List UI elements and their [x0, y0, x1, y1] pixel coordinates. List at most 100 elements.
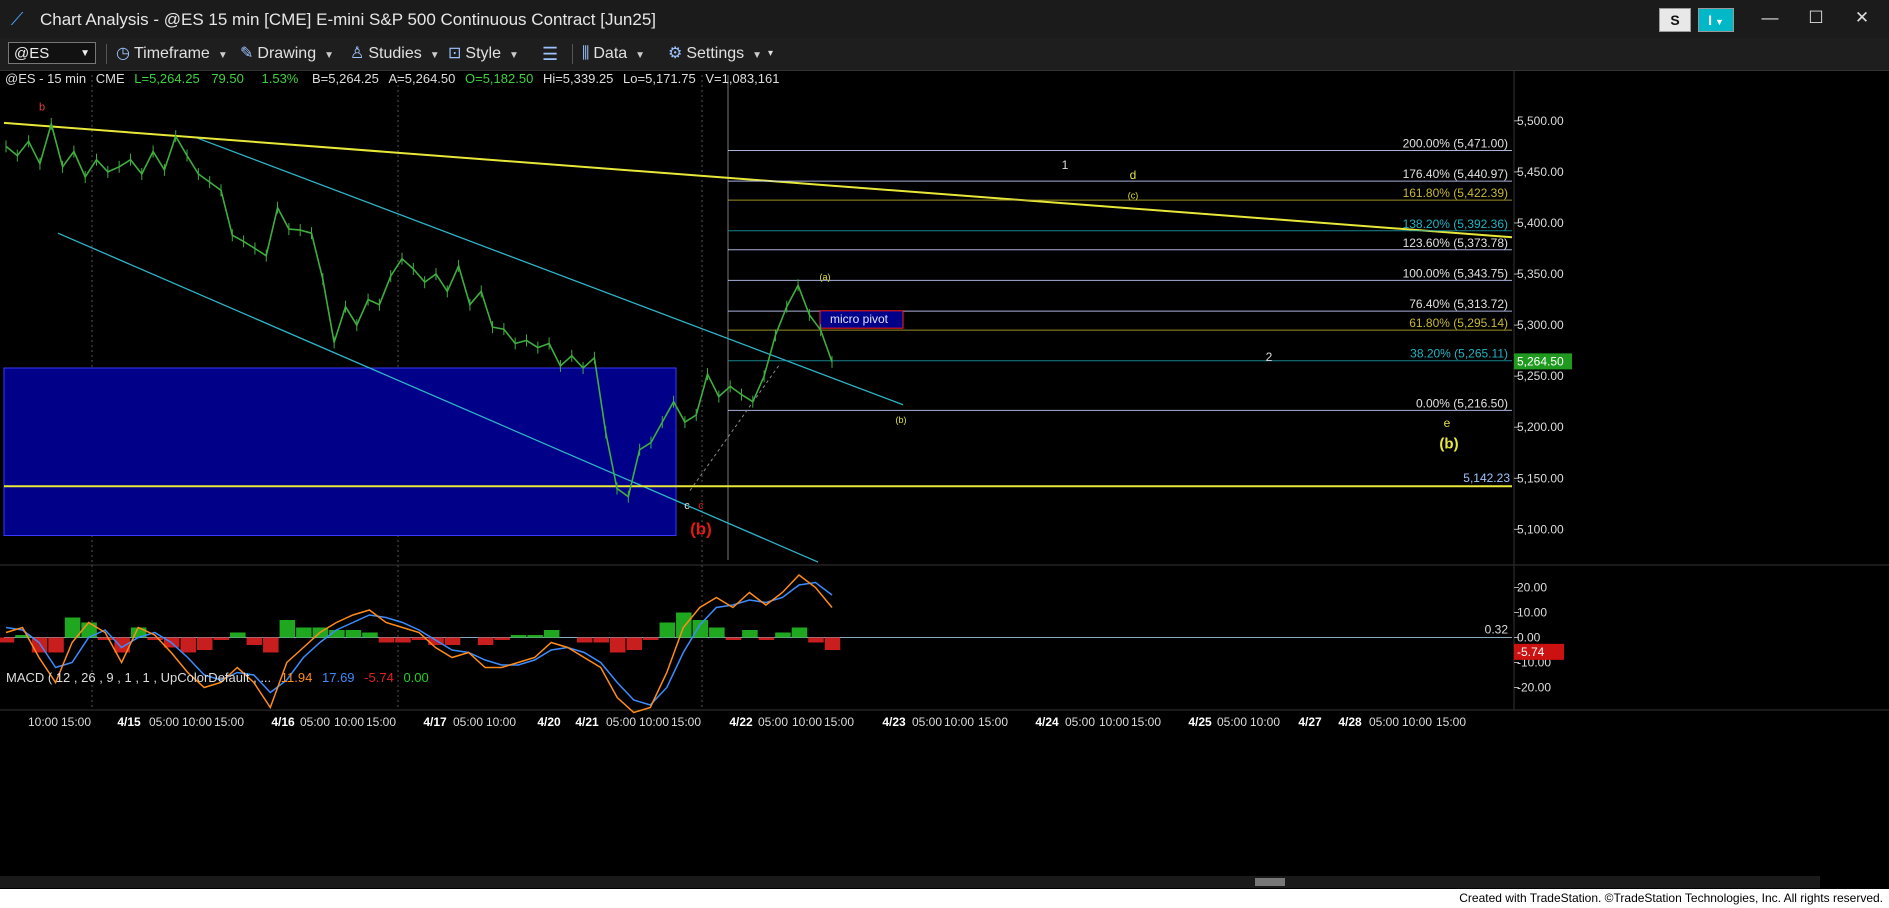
x-axis-tick-label: 4/23: [882, 715, 906, 729]
toolbar-divider: [572, 44, 573, 64]
symbol-input[interactable]: @ES ▼: [8, 42, 96, 64]
x-axis-tick-label: 4/15: [117, 715, 141, 729]
macd-histogram-bar: [758, 637, 775, 640]
i-button[interactable]: I ▼: [1698, 8, 1734, 32]
fib-level-label: 100.00% (5,343.75): [1403, 266, 1508, 280]
macd-y-axis-tick-label: 0.00: [1517, 631, 1541, 645]
macd-histogram-bar: [395, 637, 411, 643]
scrollbar-thumb[interactable]: [1255, 878, 1285, 886]
macd-histogram-bar: [510, 635, 527, 638]
x-axis-tick-label: 10:00: [1402, 715, 1432, 729]
x-axis-tick-label: 10:00: [28, 715, 58, 729]
macd-histogram-bar: [643, 637, 659, 640]
i-button-label: I: [1708, 12, 1712, 28]
clock-icon: ◷: [116, 45, 130, 62]
macd-line: [5, 573, 833, 714]
x-axis-tick-label: 05:00: [1065, 715, 1095, 729]
macd-histogram-bar: [147, 637, 163, 640]
studies-label: Studies: [368, 45, 422, 62]
macd-histogram-bar: [180, 637, 196, 653]
symbol-value: @ES: [14, 45, 50, 62]
histogram-value: -5.74: [364, 670, 394, 685]
high-price: Hi=5,339.25: [542, 71, 614, 86]
downtrend-line: [3, 121, 1513, 239]
fib-level-label: 161.80% (5,422.39): [1403, 186, 1508, 200]
x-axis-tick-label: 4/28: [1338, 715, 1362, 729]
gear-icon: ⚙: [668, 45, 683, 62]
wave-label: 1: [1062, 158, 1069, 172]
data-button[interactable]: ⫼ Data ▼: [582, 43, 645, 65]
symbol-info-bar: @ES - 15 min CME L=5,264.25 79.50 1.53% …: [5, 71, 779, 86]
pct-change: 1.53%: [261, 71, 299, 86]
macd-histogram-bar: [477, 637, 494, 645]
studies-button[interactable]: ♙ Studies ▼: [350, 43, 440, 65]
x-axis-tick-label: 05:00: [149, 715, 179, 729]
macd-y-axis-tick-label: -20.00: [1517, 681, 1551, 695]
fib-level-label: 176.40% (5,440.97): [1403, 167, 1508, 181]
wave-label: d: [1130, 168, 1137, 182]
horizontal-line-label: 5,142.23: [1463, 471, 1510, 485]
wave-label: 2: [1266, 350, 1273, 364]
price-chart[interactable]: 5,142.23 200.00% (5,471.00) 176.40% (5,440…: [0, 71, 1889, 885]
fib-level-label: 76.40% (5,313.72): [1409, 297, 1508, 311]
y-axis-tick-label: 5,400.00: [1517, 216, 1564, 230]
timeframe-button[interactable]: ◷ Timeframe ▼: [116, 43, 228, 65]
layout-button[interactable]: ☰: [542, 43, 562, 65]
y-axis-tick-label: 5,200.00: [1517, 420, 1564, 434]
wave-label: (c): [1128, 190, 1139, 200]
x-axis-tick-label: 4/27: [1298, 715, 1322, 729]
y-axis-tick-label: 5,300.00: [1517, 318, 1564, 332]
y-axis-tick-label: 5,100.00: [1517, 522, 1564, 536]
x-axis-tick-label: 10:00: [1099, 715, 1129, 729]
chart-symbol: @ES - 15 min: [5, 71, 87, 86]
fib-level-label: 200.00% (5,471.00): [1403, 136, 1508, 150]
chevron-down-icon: ▼: [635, 50, 646, 61]
s-button[interactable]: S: [1659, 8, 1691, 32]
data-label: Data: [593, 45, 628, 62]
macd-histogram-bar: [97, 637, 114, 640]
macd-histogram-bar: [0, 637, 15, 643]
fib-level-label: 123.60% (5,373.78): [1403, 236, 1508, 250]
macd-histogram-bar: [444, 637, 461, 645]
macd-histogram-bar: [593, 637, 609, 643]
x-axis-tick-label: 4/25: [1188, 715, 1212, 729]
macd-histogram-bar: [345, 630, 362, 638]
y-axis-tick-label: 5,500.00: [1517, 114, 1564, 128]
x-axis-tick-label: 15:00: [61, 715, 91, 729]
macd-histogram-bar: [296, 627, 312, 638]
wave-label: c: [698, 500, 704, 512]
bar-chart-icon: ⫼: [582, 45, 590, 62]
wave-label: (b): [1439, 436, 1458, 453]
horizontal-scrollbar[interactable]: [0, 876, 1820, 888]
x-axis-tick-label: 05:00: [1369, 715, 1399, 729]
x-axis-tick-label: 4/20: [537, 715, 561, 729]
pen-icon: ✎: [240, 45, 254, 62]
close-icon[interactable]: ✕: [1842, 4, 1882, 32]
macd-histogram-bar: [709, 627, 725, 638]
copyright-text: Created with TradeStation. ©TradeStation…: [1459, 891, 1883, 905]
style-button[interactable]: ⊡ Style ▼: [448, 43, 519, 65]
bid-price: B=5,264.25: [312, 71, 379, 86]
settings-button[interactable]: ⚙ Settings ▼: [668, 43, 762, 65]
drawing-button[interactable]: ✎ Drawing ▼: [240, 43, 334, 65]
window-title: Chart Analysis - @ES 15 min [CME] E-mini…: [40, 10, 656, 29]
macd-study-label[interactable]: MACD ( 12 , 26 , 9 , 1 , 1 , UpColorDefa…: [6, 670, 429, 685]
minimize-icon[interactable]: —: [1750, 4, 1790, 32]
y-axis-tick-label: 5,250.00: [1517, 369, 1564, 383]
overflow-chevron-icon[interactable]: ▾: [768, 43, 773, 65]
macd-histogram-bar: [543, 630, 560, 638]
last-price: L=5,264.25: [134, 71, 200, 86]
maximize-icon[interactable]: ☐: [1796, 4, 1836, 32]
y-axis-tick-label: 5,450.00: [1517, 165, 1564, 179]
x-axis-tick-label: 4/22: [729, 715, 753, 729]
low-price: Lo=5,171.75: [623, 71, 696, 86]
macd-histogram-bar: [213, 637, 230, 640]
macd-histogram-bar: [230, 632, 246, 638]
chevron-down-icon: ▼: [80, 48, 90, 59]
drawing-label: Drawing: [257, 45, 317, 62]
x-axis-tick-label: 15:00: [366, 715, 396, 729]
x-axis-tick-label: 15:00: [978, 715, 1008, 729]
macd-histogram-bar: [378, 637, 395, 643]
x-axis-tick-label: 05:00: [758, 715, 788, 729]
style-label: Style: [465, 45, 501, 62]
